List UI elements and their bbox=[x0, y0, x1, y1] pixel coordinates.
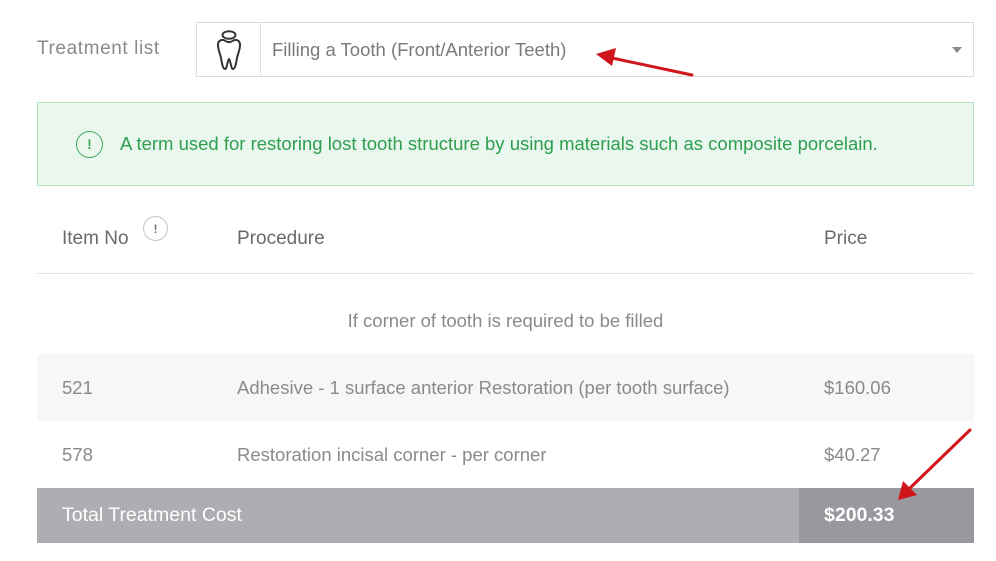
procedure-price: $160.06 bbox=[824, 377, 891, 398]
item-number: 578 bbox=[62, 444, 93, 465]
column-header-item-no: Item No bbox=[62, 228, 129, 249]
procedure-name: Restoration incisal corner - per corner bbox=[237, 444, 547, 465]
item-number: 521 bbox=[62, 377, 93, 398]
total-price-cell: $200.33 bbox=[799, 488, 974, 543]
total-row: Total Treatment Cost $200.33 bbox=[37, 488, 974, 543]
exclamation-icon: ! bbox=[76, 130, 103, 158]
section-caption: If corner of tooth is required to be fil… bbox=[347, 310, 664, 331]
treatment-list-label: Treatment list bbox=[37, 38, 160, 59]
treatment-select[interactable]: Filling a Tooth (Front/Anterior Teeth) bbox=[196, 22, 974, 77]
total-price: $200.33 bbox=[824, 504, 895, 526]
table-row: 578 Restoration incisal corner - per cor… bbox=[37, 421, 974, 488]
table-row: 521 Adhesive - 1 surface anterior Restor… bbox=[37, 354, 974, 421]
table-header-divider bbox=[37, 273, 974, 274]
procedure-price: $40.27 bbox=[824, 444, 881, 465]
tooth-icon bbox=[216, 29, 241, 70]
info-hint-icon[interactable]: ! bbox=[143, 216, 168, 241]
treatment-cost-panel: Treatment list Filling a Tooth (Front/An… bbox=[0, 0, 996, 561]
procedure-name: Adhesive - 1 surface anterior Restoratio… bbox=[237, 377, 730, 398]
chevron-down-icon[interactable] bbox=[952, 46, 962, 53]
column-header-price: Price bbox=[824, 228, 868, 249]
treatment-description-alert: ! A term used for restoring lost tooth s… bbox=[37, 102, 974, 186]
total-label: Total Treatment Cost bbox=[62, 504, 242, 526]
treatment-select-value: Filling a Tooth (Front/Anterior Teeth) bbox=[272, 38, 567, 60]
treatment-description-text: A term used for restoring lost tooth str… bbox=[120, 133, 878, 154]
column-header-procedure: Procedure bbox=[237, 228, 325, 249]
tooth-icon-box bbox=[197, 23, 261, 76]
